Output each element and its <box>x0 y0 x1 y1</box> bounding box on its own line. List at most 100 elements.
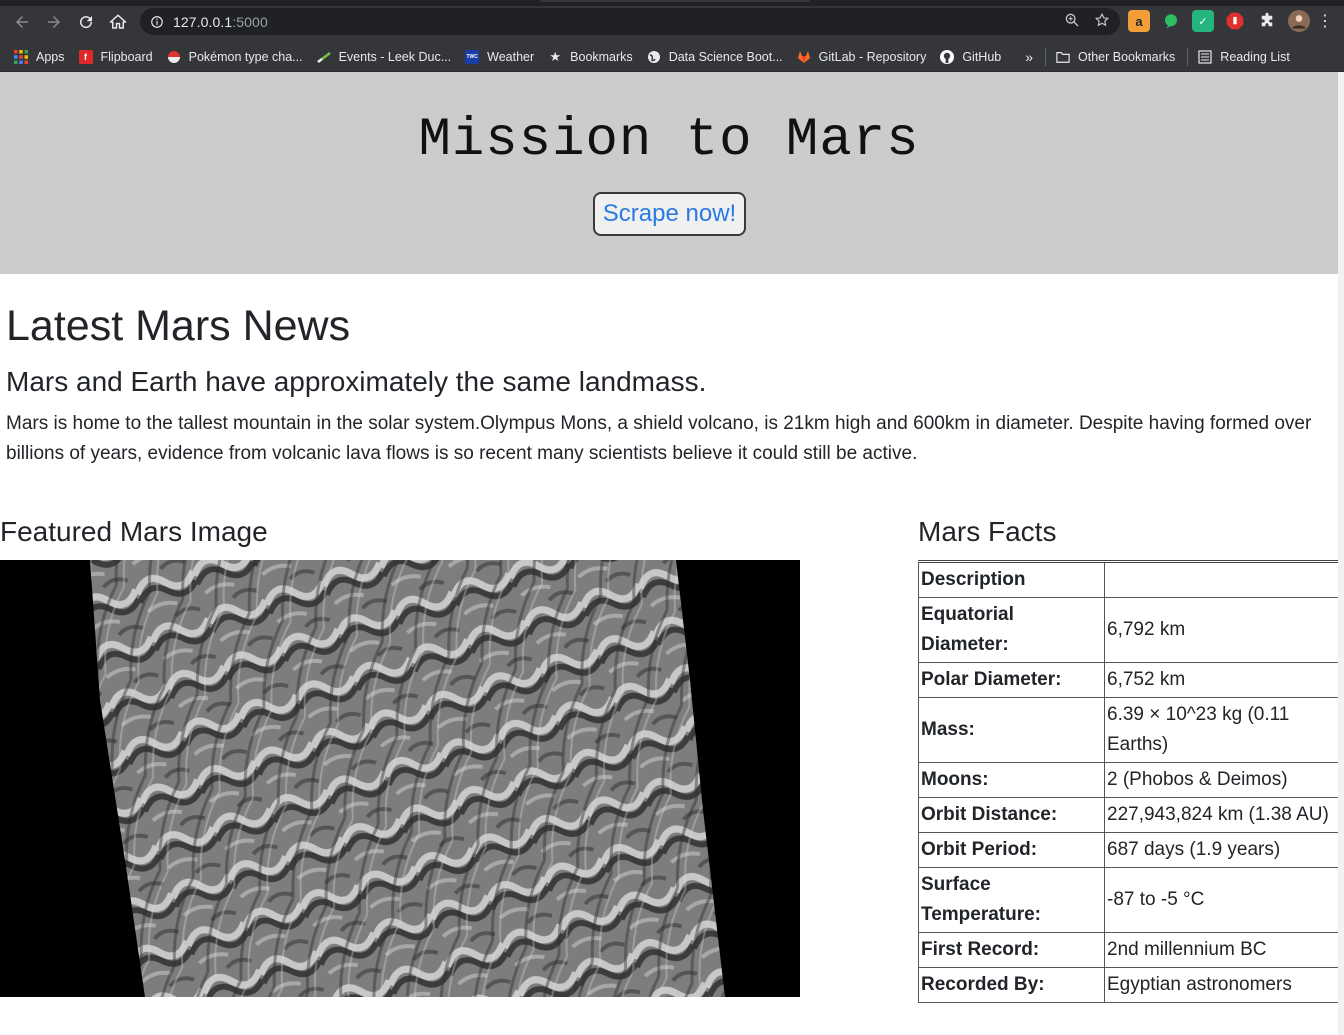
fact-label: Moons: <box>918 762 1105 798</box>
weather-channel-icon: TWC <box>465 49 480 64</box>
fact-value: -87 to -5 °C <box>1104 867 1339 933</box>
mars-facts-title: Mars Facts <box>918 516 1057 547</box>
fact-value: 6.39 × 10^23 kg (0.11 Earths) <box>1104 697 1339 763</box>
address-bar[interactable]: 127.0.0.1:5000 <box>140 8 1120 35</box>
fact-value: 6,792 km <box>1104 597 1339 663</box>
bookmark-label: Flipboard <box>100 49 153 64</box>
news-headline: Mars and Earth have approximately the sa… <box>6 366 707 397</box>
bookmark-label: Weather <box>487 49 535 64</box>
fact-value: 2nd millennium BC <box>1104 932 1339 968</box>
fact-value: 6,752 km <box>1104 662 1339 698</box>
back-button[interactable] <box>6 6 38 38</box>
fact-label: Orbit Distance: <box>918 797 1105 833</box>
zoom-icon[interactable] <box>1064 12 1080 28</box>
mars-dunes-image <box>0 560 800 997</box>
other-bookmarks-label: Other Bookmarks <box>1078 49 1176 64</box>
apps-grid-icon <box>14 49 28 64</box>
fact-value: Egyptian astronomers <box>1104 967 1339 1003</box>
fact-label: Polar Diameter: <box>918 662 1105 698</box>
bookmark-label: Events - Leek Duc... <box>338 49 452 64</box>
bookmark-star-icon[interactable] <box>1094 12 1110 28</box>
scrape-now-button[interactable]: Scrape now! <box>593 192 746 236</box>
bookmarks-bar: Apps f Flipboard Pokémon type cha... Eve… <box>0 42 1344 72</box>
fact-label: First Record: <box>918 932 1105 968</box>
news-paragraph: Mars is home to the tallest mountain in … <box>6 413 1312 464</box>
reading-list-label: Reading List <box>1220 49 1290 64</box>
bookmark-label: Data Science Boot... <box>668 49 783 64</box>
fact-value: 227,943,824 km (1.38 AU) <box>1104 797 1339 833</box>
page-scrollbar[interactable] <box>1338 72 1344 1035</box>
leek-icon <box>316 50 331 64</box>
bookmarks-divider <box>1187 47 1189 66</box>
table-row: First Record: 2nd millennium BC <box>918 932 1339 968</box>
evernote-extension-icon[interactable] <box>1160 10 1182 32</box>
reading-list-icon <box>1198 49 1212 64</box>
table-row: Moons: 2 (Phobos & Deimos) <box>918 762 1339 798</box>
fact-value <box>1104 561 1339 598</box>
featured-mars-image <box>0 560 800 997</box>
reload-button[interactable] <box>70 6 102 38</box>
info-icon[interactable] <box>150 15 164 29</box>
jumbotron-header: Mission to Mars Scrape now! <box>0 72 1338 274</box>
browser-toolbar: 127.0.0.1:5000 a ✓ ⋮ <box>0 0 1344 42</box>
bookmark-label: GitHub <box>962 49 1002 64</box>
profile-avatar-icon[interactable] <box>1288 10 1310 32</box>
adblock-extension-icon[interactable] <box>1224 10 1246 32</box>
menu-kebab-icon[interactable]: ⋮ <box>1317 10 1333 32</box>
reload-icon <box>80 16 93 29</box>
home-icon <box>109 14 127 29</box>
reading-list-button[interactable]: Reading List <box>1198 50 1290 64</box>
table-row: Polar Diameter: 6,752 km <box>918 662 1339 698</box>
page-title: Mission to Mars <box>418 110 920 171</box>
bookmark-github[interactable]: GitHub <box>940 49 1002 64</box>
folder-icon <box>1056 50 1070 64</box>
home-button[interactable] <box>102 6 134 38</box>
bookmark-label: Bookmarks <box>570 49 633 64</box>
bookmark-data-science[interactable]: Data Science Boot... <box>647 50 783 64</box>
pokeball-icon <box>166 49 181 64</box>
table-row: Description <box>918 561 1339 598</box>
fact-label: Mass: <box>918 697 1105 763</box>
bookmark-apps[interactable]: Apps <box>14 49 65 64</box>
page-viewport: Mission to Mars Scrape now! Latest Mars … <box>0 72 1344 1035</box>
bookmark-label: GitLab - Repository <box>818 49 927 64</box>
fact-value: 687 days (1.9 years) <box>1104 832 1339 868</box>
amazon-extension-icon[interactable]: a <box>1128 10 1150 32</box>
star-icon: ★ <box>549 48 561 64</box>
arrow-right-icon <box>48 16 60 28</box>
forward-button[interactable] <box>38 6 70 38</box>
bookmark-pokemon[interactable]: Pokémon type cha... <box>166 49 303 64</box>
bookmark-events[interactable]: Events - Leek Duc... <box>316 49 452 64</box>
fact-label: Surface Temperature: <box>918 867 1105 933</box>
arrow-left-icon <box>16 16 28 28</box>
grammar-extension-icon[interactable]: ✓ <box>1192 10 1214 32</box>
table-row: Equatorial Diameter: 6,792 km <box>918 597 1339 663</box>
fact-label: Recorded By: <box>918 967 1105 1003</box>
fact-label: Equatorial Diameter: <box>918 597 1105 663</box>
bookmark-flipboard[interactable]: f Flipboard <box>78 49 153 64</box>
table-row: Surface Temperature: -87 to -5 °C <box>918 867 1339 933</box>
bookmark-gitlab[interactable]: GitLab - Repository <box>797 49 927 64</box>
url-text: 127.0.0.1:5000 <box>173 13 268 30</box>
fact-label: Orbit Period: <box>918 832 1105 868</box>
gitlab-icon <box>797 50 811 64</box>
fact-label: Description <box>918 561 1105 598</box>
table-row: Orbit Period: 687 days (1.9 years) <box>918 832 1339 868</box>
overflow-chevron-icon: » <box>1025 48 1034 65</box>
table-row: Recorded By: Egyptian astronomers <box>918 967 1339 1003</box>
flipboard-icon: f <box>78 49 93 64</box>
globe-icon <box>647 50 661 64</box>
mars-facts-table: Description Equatorial Diameter: 6,792 km… <box>918 560 1339 1003</box>
bookmark-bookmarks[interactable]: ★ Bookmarks <box>548 48 633 64</box>
news-section-title: Latest Mars News <box>6 302 351 350</box>
bookmark-weather[interactable]: TWC Weather <box>465 49 535 64</box>
extensions-puzzle-icon[interactable] <box>1256 10 1278 32</box>
featured-image-title: Featured Mars Image <box>0 516 268 547</box>
bookmarks-overflow-button[interactable]: » <box>1025 49 1033 65</box>
other-bookmarks-folder[interactable]: Other Bookmarks <box>1056 50 1175 64</box>
table-row: Orbit Distance: 227,943,824 km (1.38 AU) <box>918 797 1339 833</box>
bookmark-label: Apps <box>36 49 65 64</box>
fact-value: 2 (Phobos & Deimos) <box>1104 762 1339 798</box>
table-row: Mass: 6.39 × 10^23 kg (0.11 Earths) <box>918 697 1339 763</box>
bookmark-label: Pokémon type cha... <box>188 49 303 64</box>
